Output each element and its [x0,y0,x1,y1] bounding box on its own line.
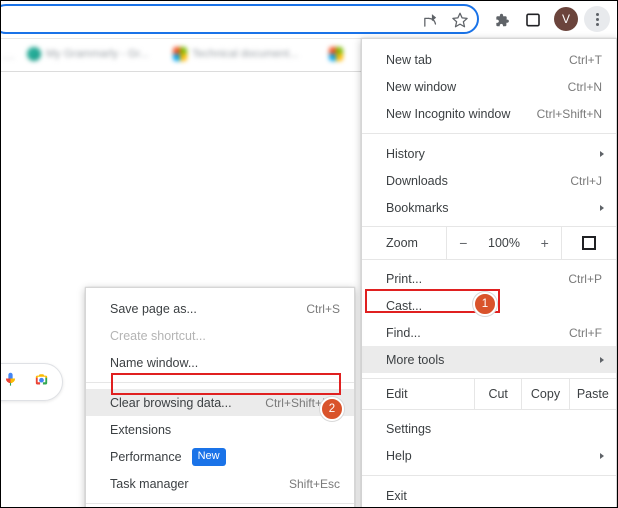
edit-label: Edit [362,379,475,409]
menu-item-exit[interactable]: Exit [362,482,616,507]
menu-item-label: New Incognito window [386,106,511,121]
menu-item-label: Save page as... [110,301,197,316]
menu-item-label: Performance [110,449,182,464]
screenshot-root: V ... My Grammarly - Gr... Technical doc… [0,0,618,508]
chevron-right-icon [600,150,604,157]
menu-item-shortcut: Ctrl+Shift+N [536,106,602,121]
menu-item-label: New tab [386,52,432,67]
google-lens-icon[interactable] [33,371,50,393]
menu-separator [362,133,616,134]
grammarly-icon [27,47,41,61]
chrome-main-menu[interactable]: New tab Ctrl+T New window Ctrl+N New Inc… [361,38,617,507]
menu-item-label: Name window... [110,355,199,370]
menu-item-label: Help [386,448,412,463]
bookmark-star-icon[interactable] [449,9,471,31]
menu-item-label: New window [386,79,457,94]
menu-separator [86,503,354,504]
submenu-item-name-window[interactable]: Name window... [86,349,354,376]
bookmarks-overflow-icon[interactable]: ... [3,50,15,62]
new-badge: New [191,447,226,466]
menu-zoom-row[interactable]: Zoom − 100% + [362,226,616,260]
bookmark-item[interactable] [329,47,348,61]
menu-item-shortcut: Ctrl+S [306,301,340,316]
bookmarks-bar[interactable]: ... My Grammarly - Gr... Technical docum… [1,41,361,69]
menu-item-label: Clear browsing data... [110,395,232,410]
chevron-right-icon [600,204,604,211]
extensions-puzzle-icon[interactable] [490,9,512,31]
menu-item-find[interactable]: Find... Ctrl+F [362,319,616,346]
menu-item-downloads[interactable]: Downloads Ctrl+J [362,167,616,194]
zoom-controls[interactable]: − 100% + [446,227,562,259]
search-capsule[interactable] [1,363,63,401]
step-badge-1: 1 [473,292,497,316]
menu-item-new-incognito-window[interactable]: New Incognito window Ctrl+Shift+N [362,100,616,127]
menu-separator [86,382,354,383]
menu-item-settings[interactable]: Settings [362,415,616,442]
step-badge-label: 1 [481,298,489,310]
submenu-item-clear-browsing-data[interactable]: Clear browsing data... Ctrl+Shift+Del [86,389,354,416]
menu-item-label: Exit [386,488,407,503]
menu-item-label: Print... [386,271,423,286]
menu-item-bookmarks[interactable]: Bookmarks [362,194,616,221]
chrome-menu-icon[interactable] [584,6,610,32]
chevron-right-icon [600,452,604,459]
zoom-out-button[interactable]: − [455,235,471,251]
submenu-item-task-manager[interactable]: Task manager Shift+Esc [86,470,354,497]
menu-item-new-window[interactable]: New window Ctrl+N [362,73,616,100]
submenu-item-performance[interactable]: Performance New [86,443,354,470]
zoom-level-value: 100% [488,236,520,250]
menu-item-label: History [386,146,425,161]
submenu-item-extensions[interactable]: Extensions [86,416,354,443]
omnibox[interactable] [1,4,479,34]
zoom-in-button[interactable]: + [537,235,553,251]
bookmark-label: Technical document... [192,48,299,60]
menu-item-shortcut: Ctrl+N [567,79,602,94]
menu-item-label: Task manager [110,476,189,491]
microsoft-icon [329,47,343,61]
menu-item-shortcut: Ctrl+T [569,52,602,67]
menu-item-shortcut: Shift+Esc [288,476,340,491]
bookmark-item[interactable]: My Grammarly - Gr... [27,47,149,61]
copy-button[interactable]: Copy [522,379,570,409]
menu-edit-row[interactable]: Edit Cut Copy Paste [362,378,616,410]
submenu-item-save-page-as[interactable]: Save page as... Ctrl+S [86,295,354,322]
menu-item-label: Bookmarks [386,200,449,215]
menu-item-help[interactable]: Help [362,442,616,469]
more-tools-submenu[interactable]: Save page as... Ctrl+S Create shortcut..… [85,287,355,507]
fullscreen-button[interactable] [562,227,616,259]
menu-item-label: More tools [386,352,445,367]
profile-avatar[interactable]: V [554,7,578,31]
fullscreen-icon [582,236,596,250]
menu-separator [362,475,616,476]
share-icon[interactable] [419,9,441,31]
paste-button[interactable]: Paste [570,379,616,409]
menu-item-label: Find... [386,325,421,340]
menu-item-label: Extensions [110,422,172,437]
menu-item-label: Cast... [386,298,423,313]
bookmark-label: My Grammarly - Gr... [46,48,149,60]
zoom-label: Zoom [386,236,418,250]
menu-item-more-tools[interactable]: More tools [362,346,616,373]
microsoft-icon [173,47,187,61]
step-badge-2: 2 [320,397,344,421]
microphone-icon[interactable] [2,371,19,393]
menu-item-label: Create shortcut... [110,328,206,343]
submenu-item-create-shortcut: Create shortcut... [86,322,354,349]
menu-item-history[interactable]: History [362,140,616,167]
menu-item-new-tab[interactable]: New tab Ctrl+T [362,46,616,73]
menu-item-print[interactable]: Print... Ctrl+P [362,265,616,292]
bookmark-item[interactable]: Technical document... [173,47,298,61]
step-badge-label: 2 [328,403,336,415]
menu-item-shortcut: Ctrl+P [568,271,602,286]
chevron-right-icon [600,356,604,363]
side-panel-icon[interactable] [522,9,544,31]
menu-item-label: Settings [386,421,432,436]
menu-item-label: Downloads [386,173,448,188]
menu-item-shortcut: Ctrl+J [570,173,602,188]
cut-button[interactable]: Cut [475,379,523,409]
menu-item-shortcut: Ctrl+F [569,325,602,340]
avatar-initial: V [561,12,570,26]
